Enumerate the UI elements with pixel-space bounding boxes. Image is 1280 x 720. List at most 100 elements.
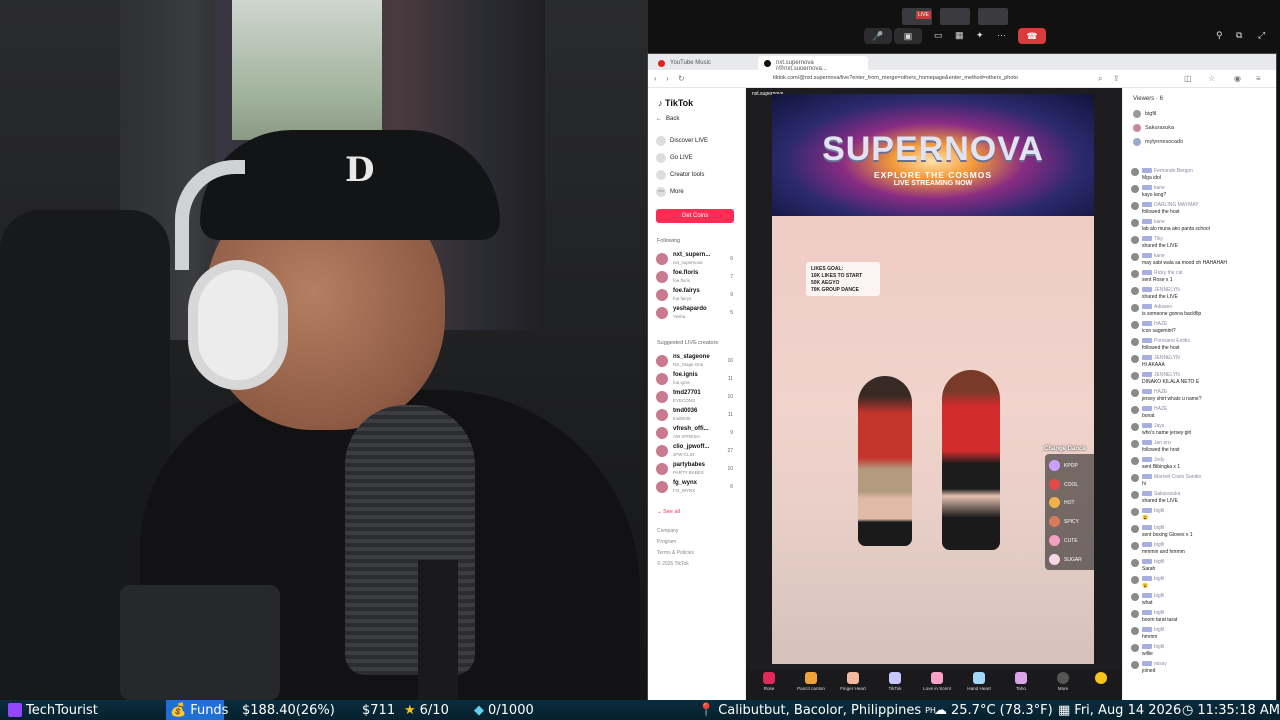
tab-tiktok[interactable]: nxt.supernova (@nxt.supernova... <box>758 56 868 72</box>
avatar[interactable] <box>1131 168 1139 176</box>
avatar[interactable] <box>1131 355 1139 363</box>
chat-username[interactable]: Ricky the cat <box>1142 270 1183 276</box>
mic-toggle-button[interactable]: 🎤 <box>864 28 892 44</box>
avatar[interactable] <box>1131 474 1139 482</box>
reload-icon[interactable]: ↻ <box>678 74 685 83</box>
avatar[interactable] <box>1131 542 1139 550</box>
avatar[interactable] <box>1131 661 1139 669</box>
menu-icon[interactable]: ≡ <box>1256 74 1261 83</box>
chat-username[interactable]: Adiaseo <box>1142 304 1172 310</box>
coin-icon[interactable] <box>1084 672 1118 686</box>
chat-username[interactable]: Fernando Bergon <box>1142 168 1193 174</box>
avatar[interactable] <box>1131 287 1139 295</box>
chat-username[interactable]: kane <box>1142 185 1165 191</box>
effects-icon[interactable]: ✦ <box>976 30 984 41</box>
suggested-item[interactable]: ns_stageone NS_Stage One 16 <box>656 354 741 370</box>
search-icon[interactable]: ⌕ <box>1098 74 1102 84</box>
avatar[interactable] <box>1131 236 1139 244</box>
chat-username[interactable]: Jays <box>1142 423 1164 429</box>
avatar[interactable] <box>1131 576 1139 584</box>
avatar[interactable] <box>1131 270 1139 278</box>
suggested-item[interactable]: clio_jpwoff... JPW-CLIO 27 <box>656 444 741 460</box>
avatar[interactable] <box>1131 304 1139 312</box>
back-link[interactable]: ← Back <box>656 116 679 122</box>
suggested-item[interactable]: tmd27701 EYECONS 10 <box>656 390 741 406</box>
bookmark-icon[interactable]: ☆ <box>1208 74 1215 83</box>
back-icon[interactable]: ‹ <box>654 74 657 83</box>
footer-company[interactable]: Company <box>657 528 678 534</box>
get-coins-button[interactable]: Get Coins <box>656 209 734 223</box>
footer-program[interactable]: Program <box>657 539 676 545</box>
following-item[interactable]: nxt_supern... nxt_supernova 6 <box>656 252 741 268</box>
chat-username[interactable]: bigfil <box>1142 525 1164 531</box>
chat-username[interactable]: bigfil <box>1142 508 1164 514</box>
dance-option[interactable]: COOL <box>1049 479 1078 490</box>
suggested-item[interactable]: fg_wynx FG_WYNX 6 <box>656 480 741 496</box>
dance-option[interactable]: KPOP <box>1049 460 1078 471</box>
tab-youtube-music[interactable]: YouTube Music <box>652 56 752 70</box>
dance-option[interactable]: HOT <box>1049 497 1075 508</box>
avatar[interactable] <box>1131 423 1139 431</box>
avatar[interactable] <box>1131 559 1139 567</box>
chat-username[interactable]: kane <box>1142 253 1165 259</box>
chat-username[interactable]: kane <box>1142 219 1165 225</box>
following-item[interactable]: yeshapardo Yesha 5 <box>656 306 741 322</box>
avatar[interactable] <box>1131 593 1139 601</box>
avatar[interactable] <box>1131 610 1139 618</box>
avatar[interactable] <box>1131 644 1139 652</box>
chat-username[interactable]: HAZE <box>1142 389 1167 395</box>
grid-icon[interactable]: ▦ <box>955 30 964 41</box>
avatar[interactable] <box>1131 372 1139 380</box>
avatar[interactable] <box>1131 457 1139 465</box>
chat-username[interactable]: Jody <box>1142 457 1165 463</box>
avatar[interactable] <box>1131 627 1139 635</box>
share-screen-icon[interactable]: ▭ <box>934 30 943 41</box>
suggested-item[interactable]: partybabes PARTY BABES 10 <box>656 462 741 478</box>
viewer-item[interactable]: mylynnesocado <box>1133 138 1183 146</box>
suggested-item[interactable]: vfresh_offi... AW VFRESH 9 <box>656 426 741 442</box>
hang-up-button[interactable]: ☎ <box>1018 28 1046 44</box>
camera-toggle-button[interactable]: ▣ <box>894 28 922 44</box>
dance-option[interactable]: SPICY <box>1049 516 1079 527</box>
following-item[interactable]: foe.floris foe.floris 7 <box>656 270 741 286</box>
chat-username[interactable]: JENNELYN <box>1142 372 1180 378</box>
tiktok-logo[interactable]: ♪ TikTok <box>658 98 693 108</box>
chat-username[interactable]: bigfil <box>1142 576 1164 582</box>
gift-taho[interactable]: Taho <box>1004 672 1038 691</box>
chat-username[interactable]: bigfil <box>1142 627 1164 633</box>
chat-username[interactable]: bigfil <box>1142 610 1164 616</box>
viewer-item[interactable]: bigfil <box>1133 110 1156 118</box>
avatar[interactable] <box>1131 185 1139 193</box>
avatar[interactable] <box>1131 321 1139 329</box>
gift-hand-heart[interactable]: Hand Heart <box>962 672 996 691</box>
avatar[interactable] <box>1131 525 1139 533</box>
profile-icon[interactable]: ◉ <box>1234 74 1241 83</box>
forward-icon[interactable]: › <box>666 74 669 83</box>
chat-username[interactable]: JENNELYN <box>1142 355 1180 361</box>
popout-icon[interactable]: ⧉ <box>1236 30 1242 41</box>
avatar[interactable] <box>1131 491 1139 499</box>
chat-username[interactable]: Marivel Cosio Sandio <box>1142 474 1201 480</box>
see-all-link[interactable]: ⌄ See all <box>657 509 680 515</box>
share-icon[interactable]: ⇪ <box>1113 74 1120 83</box>
extensions-icon[interactable]: ◫ <box>1184 74 1192 83</box>
nav-discover-live[interactable]: Discover LIVE <box>656 136 708 146</box>
camera-thumb[interactable] <box>978 8 1008 25</box>
address-bar[interactable]: ‹ › ↻ tiktok.com/@nxt.supernova/live?ent… <box>648 70 1276 88</box>
chat-username[interactable]: Tiky <box>1142 236 1163 242</box>
gift-more[interactable]: More <box>1046 672 1080 691</box>
gift-love-in-scent[interactable]: Love in Scent <box>920 672 954 691</box>
gift-pancit-canton[interactable]: Pancit canton <box>794 672 828 691</box>
footer-terms[interactable]: Terms & Policies <box>657 550 694 556</box>
chat-username[interactable]: Sakurasuka <box>1142 491 1180 497</box>
chat-username[interactable]: bigfil <box>1142 542 1164 548</box>
avatar[interactable] <box>1131 440 1139 448</box>
discord-thumb[interactable] <box>940 8 970 25</box>
avatar[interactable] <box>1131 508 1139 516</box>
avatar[interactable] <box>1131 219 1139 227</box>
nav-creator-tools[interactable]: Creator tools <box>656 170 704 180</box>
fullscreen-icon[interactable]: ⤢ <box>1258 30 1265 41</box>
pin-icon[interactable]: ⚲ <box>1216 30 1223 41</box>
chat-username[interactable]: HAZE <box>1142 321 1167 327</box>
avatar[interactable] <box>1131 338 1139 346</box>
